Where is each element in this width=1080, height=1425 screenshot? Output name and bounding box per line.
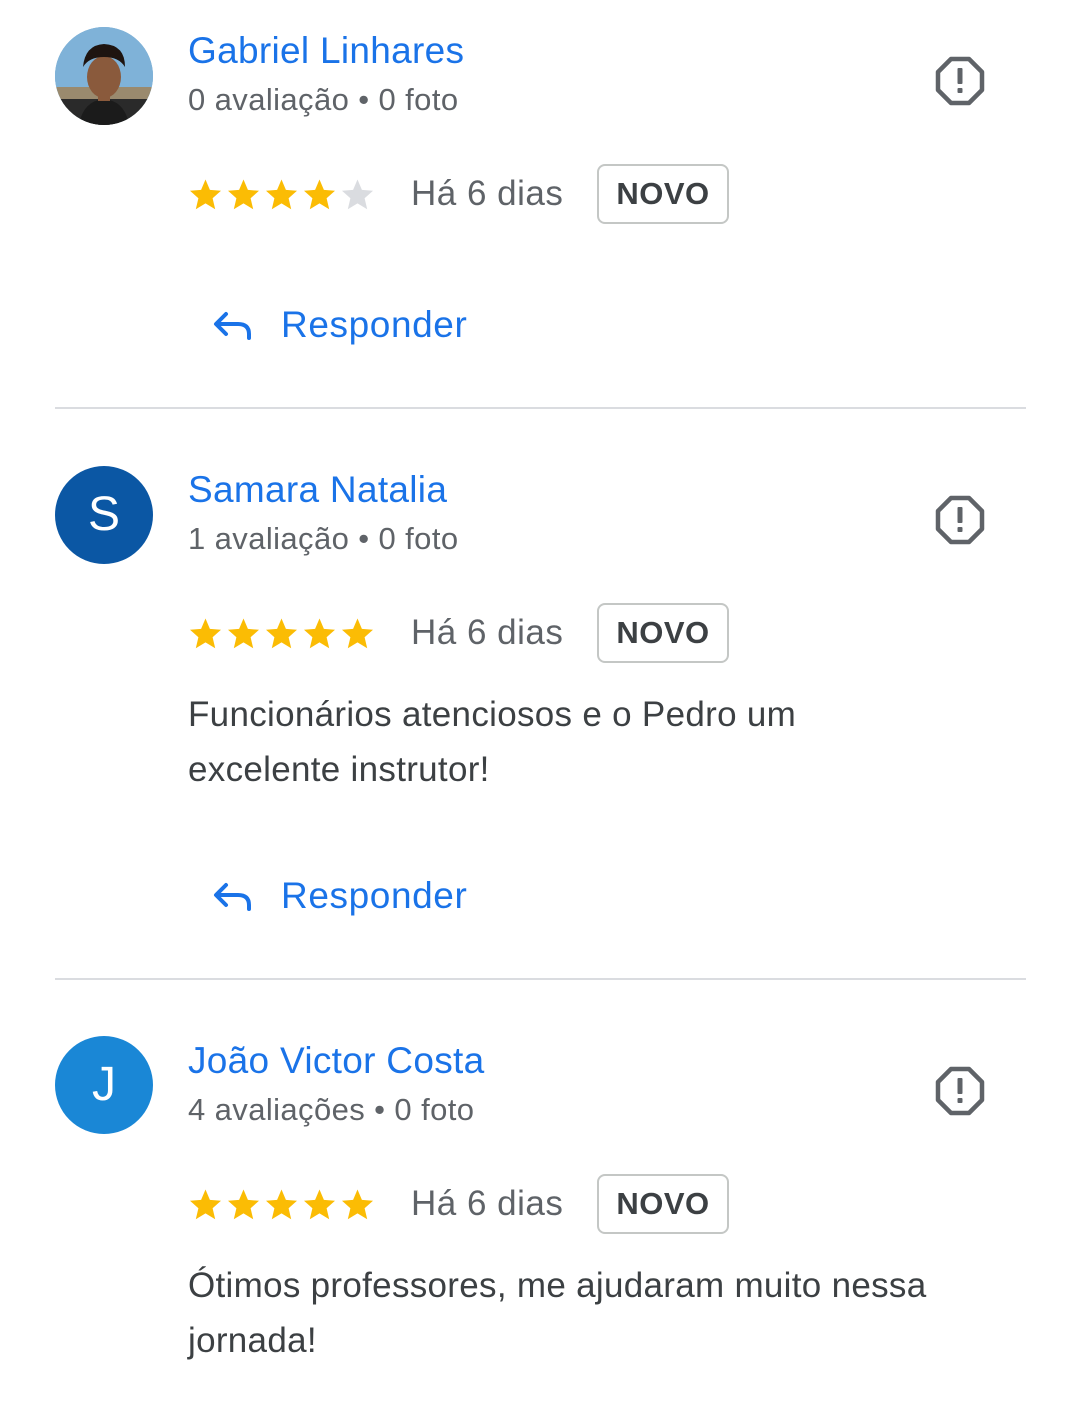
author-meta: 4 avaliações • 0 foto <box>188 1092 475 1127</box>
rating-row: Há 6 dias NOVO <box>188 1172 729 1236</box>
star-filled-icon <box>190 1189 221 1219</box>
author-meta: 0 avaliação • 0 foto <box>188 82 459 117</box>
review-date: Há 6 dias <box>411 174 564 213</box>
avatar[interactable]: J <box>55 1036 153 1134</box>
rating-row: Há 6 dias NOVO <box>188 601 729 665</box>
avatar-letter: J <box>92 1058 116 1111</box>
avatar[interactable]: S <box>55 466 153 564</box>
new-badge: NOVO <box>597 603 729 663</box>
star-filled-icon <box>342 618 373 648</box>
star-rating <box>188 1187 375 1222</box>
star-filled-icon <box>190 179 221 209</box>
star-filled-icon <box>228 179 259 209</box>
author-name[interactable]: Samara Natalia <box>188 469 447 511</box>
star-filled-icon <box>266 179 297 209</box>
reply-button[interactable]: Responder <box>210 295 467 355</box>
author-name[interactable]: Gabriel Linhares <box>188 30 464 72</box>
star-filled-icon <box>304 179 335 209</box>
author-name[interactable]: João Victor Costa <box>188 1040 484 1082</box>
star-filled-icon <box>304 1189 335 1219</box>
avatar-letter: S <box>87 488 120 541</box>
star-filled-icon <box>228 618 259 648</box>
avatar[interactable] <box>55 27 153 125</box>
new-badge: NOVO <box>597 1174 729 1234</box>
reply-label: Responder <box>281 304 468 345</box>
new-badge: NOVO <box>597 164 729 224</box>
report-review-button[interactable] <box>932 1063 988 1119</box>
report-octagon-icon <box>935 1066 985 1116</box>
report-review-button[interactable] <box>932 492 988 548</box>
star-filled-icon <box>228 1189 259 1219</box>
star-filled-icon <box>266 618 297 648</box>
review-text: Funcionários atenciosos e o Pedro um exc… <box>188 695 797 789</box>
star-empty-icon <box>342 179 373 209</box>
review-text: Ótimos professores, me ajudaram muito ne… <box>188 1266 927 1360</box>
star-filled-icon <box>304 618 335 648</box>
review-date: Há 6 dias <box>411 1184 564 1223</box>
star-filled-icon <box>190 618 221 648</box>
author-meta: 1 avaliação • 0 foto <box>188 521 459 556</box>
rating-row: Há 6 dias NOVO <box>188 162 729 226</box>
star-filled-icon <box>266 1189 297 1219</box>
report-octagon-icon <box>935 495 985 545</box>
star-rating <box>188 177 375 212</box>
divider <box>55 407 1026 409</box>
avatar-photo <box>55 27 153 125</box>
review-date: Há 6 dias <box>411 613 564 652</box>
report-review-button[interactable] <box>932 53 988 109</box>
star-filled-icon <box>342 1189 373 1219</box>
star-rating <box>188 616 375 651</box>
reply-button[interactable]: Responder <box>210 866 467 926</box>
reply-arrow-icon <box>214 312 251 340</box>
report-octagon-icon <box>935 56 985 106</box>
divider <box>55 978 1026 980</box>
reviews-list: Gabriel Linhares 0 avaliação • 0 foto Há… <box>0 0 1080 1425</box>
reply-arrow-icon <box>214 883 251 911</box>
reply-label: Responder <box>281 875 468 916</box>
